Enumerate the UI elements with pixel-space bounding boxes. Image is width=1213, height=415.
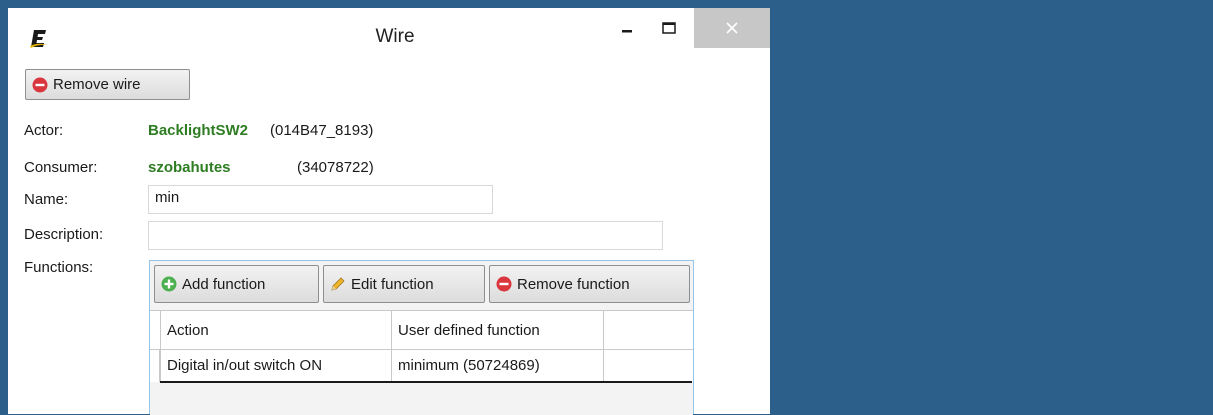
column-header-action[interactable]: Action: [160, 311, 392, 349]
table-row[interactable]: Digital in/out switch ON minimum (507248…: [150, 350, 693, 383]
close-button[interactable]: [694, 8, 770, 48]
close-icon: [726, 22, 738, 34]
remove-function-button[interactable]: Remove function: [489, 265, 690, 303]
remove-icon: [32, 77, 48, 92]
remove-function-label: Remove function: [517, 275, 630, 293]
name-label: Name:: [24, 191, 69, 208]
cell-user-defined-function[interactable]: minimum (50724869): [392, 350, 604, 381]
add-icon: [161, 276, 177, 292]
description-label: Description:: [24, 226, 104, 243]
minimize-button[interactable]: [612, 8, 642, 48]
row-selector[interactable]: [150, 350, 160, 382]
functions-grid: Action User defined function Digital in/…: [150, 310, 693, 415]
add-function-button[interactable]: Add function: [154, 265, 319, 303]
minimize-icon: [622, 30, 632, 33]
name-field[interactable]: min: [148, 185, 493, 214]
wire-window: Wire Remove wire Actor: BacklightSW2 (01…: [0, 0, 778, 415]
grid-header: Action User defined function: [150, 311, 693, 350]
remove-wire-label: Remove wire: [53, 76, 141, 93]
remove-icon: [496, 276, 512, 292]
client-area: Remove wire Actor: BacklightSW2 (014B47_…: [15, 58, 767, 415]
app-logo-icon: [30, 30, 48, 48]
actor-label: Actor:: [24, 122, 64, 139]
actor-name: BacklightSW2: [148, 122, 249, 139]
consumer-label: Consumer:: [24, 159, 98, 176]
cell-action[interactable]: Digital in/out switch ON: [160, 350, 392, 381]
consumer-id: (34078722): [297, 159, 374, 176]
pencil-icon: [331, 277, 345, 291]
actor-id: (014B47_8193): [270, 122, 374, 139]
consumer-name: szobahutes: [148, 159, 231, 176]
maximize-icon: [662, 22, 676, 34]
functions-label: Functions:: [24, 259, 94, 276]
edit-function-button[interactable]: Edit function: [323, 265, 485, 303]
maximize-button[interactable]: [654, 8, 684, 48]
window-title: Wire: [375, 26, 415, 47]
description-field[interactable]: [148, 221, 663, 250]
remove-wire-button[interactable]: Remove wire: [25, 69, 190, 100]
functions-panel: Add function Edit function Remove functi…: [149, 260, 694, 415]
row-bottom-border: [160, 381, 692, 383]
add-function-label: Add function: [182, 275, 266, 293]
column-header-user-defined-function[interactable]: User defined function: [392, 311, 604, 349]
edit-function-label: Edit function: [351, 275, 434, 293]
